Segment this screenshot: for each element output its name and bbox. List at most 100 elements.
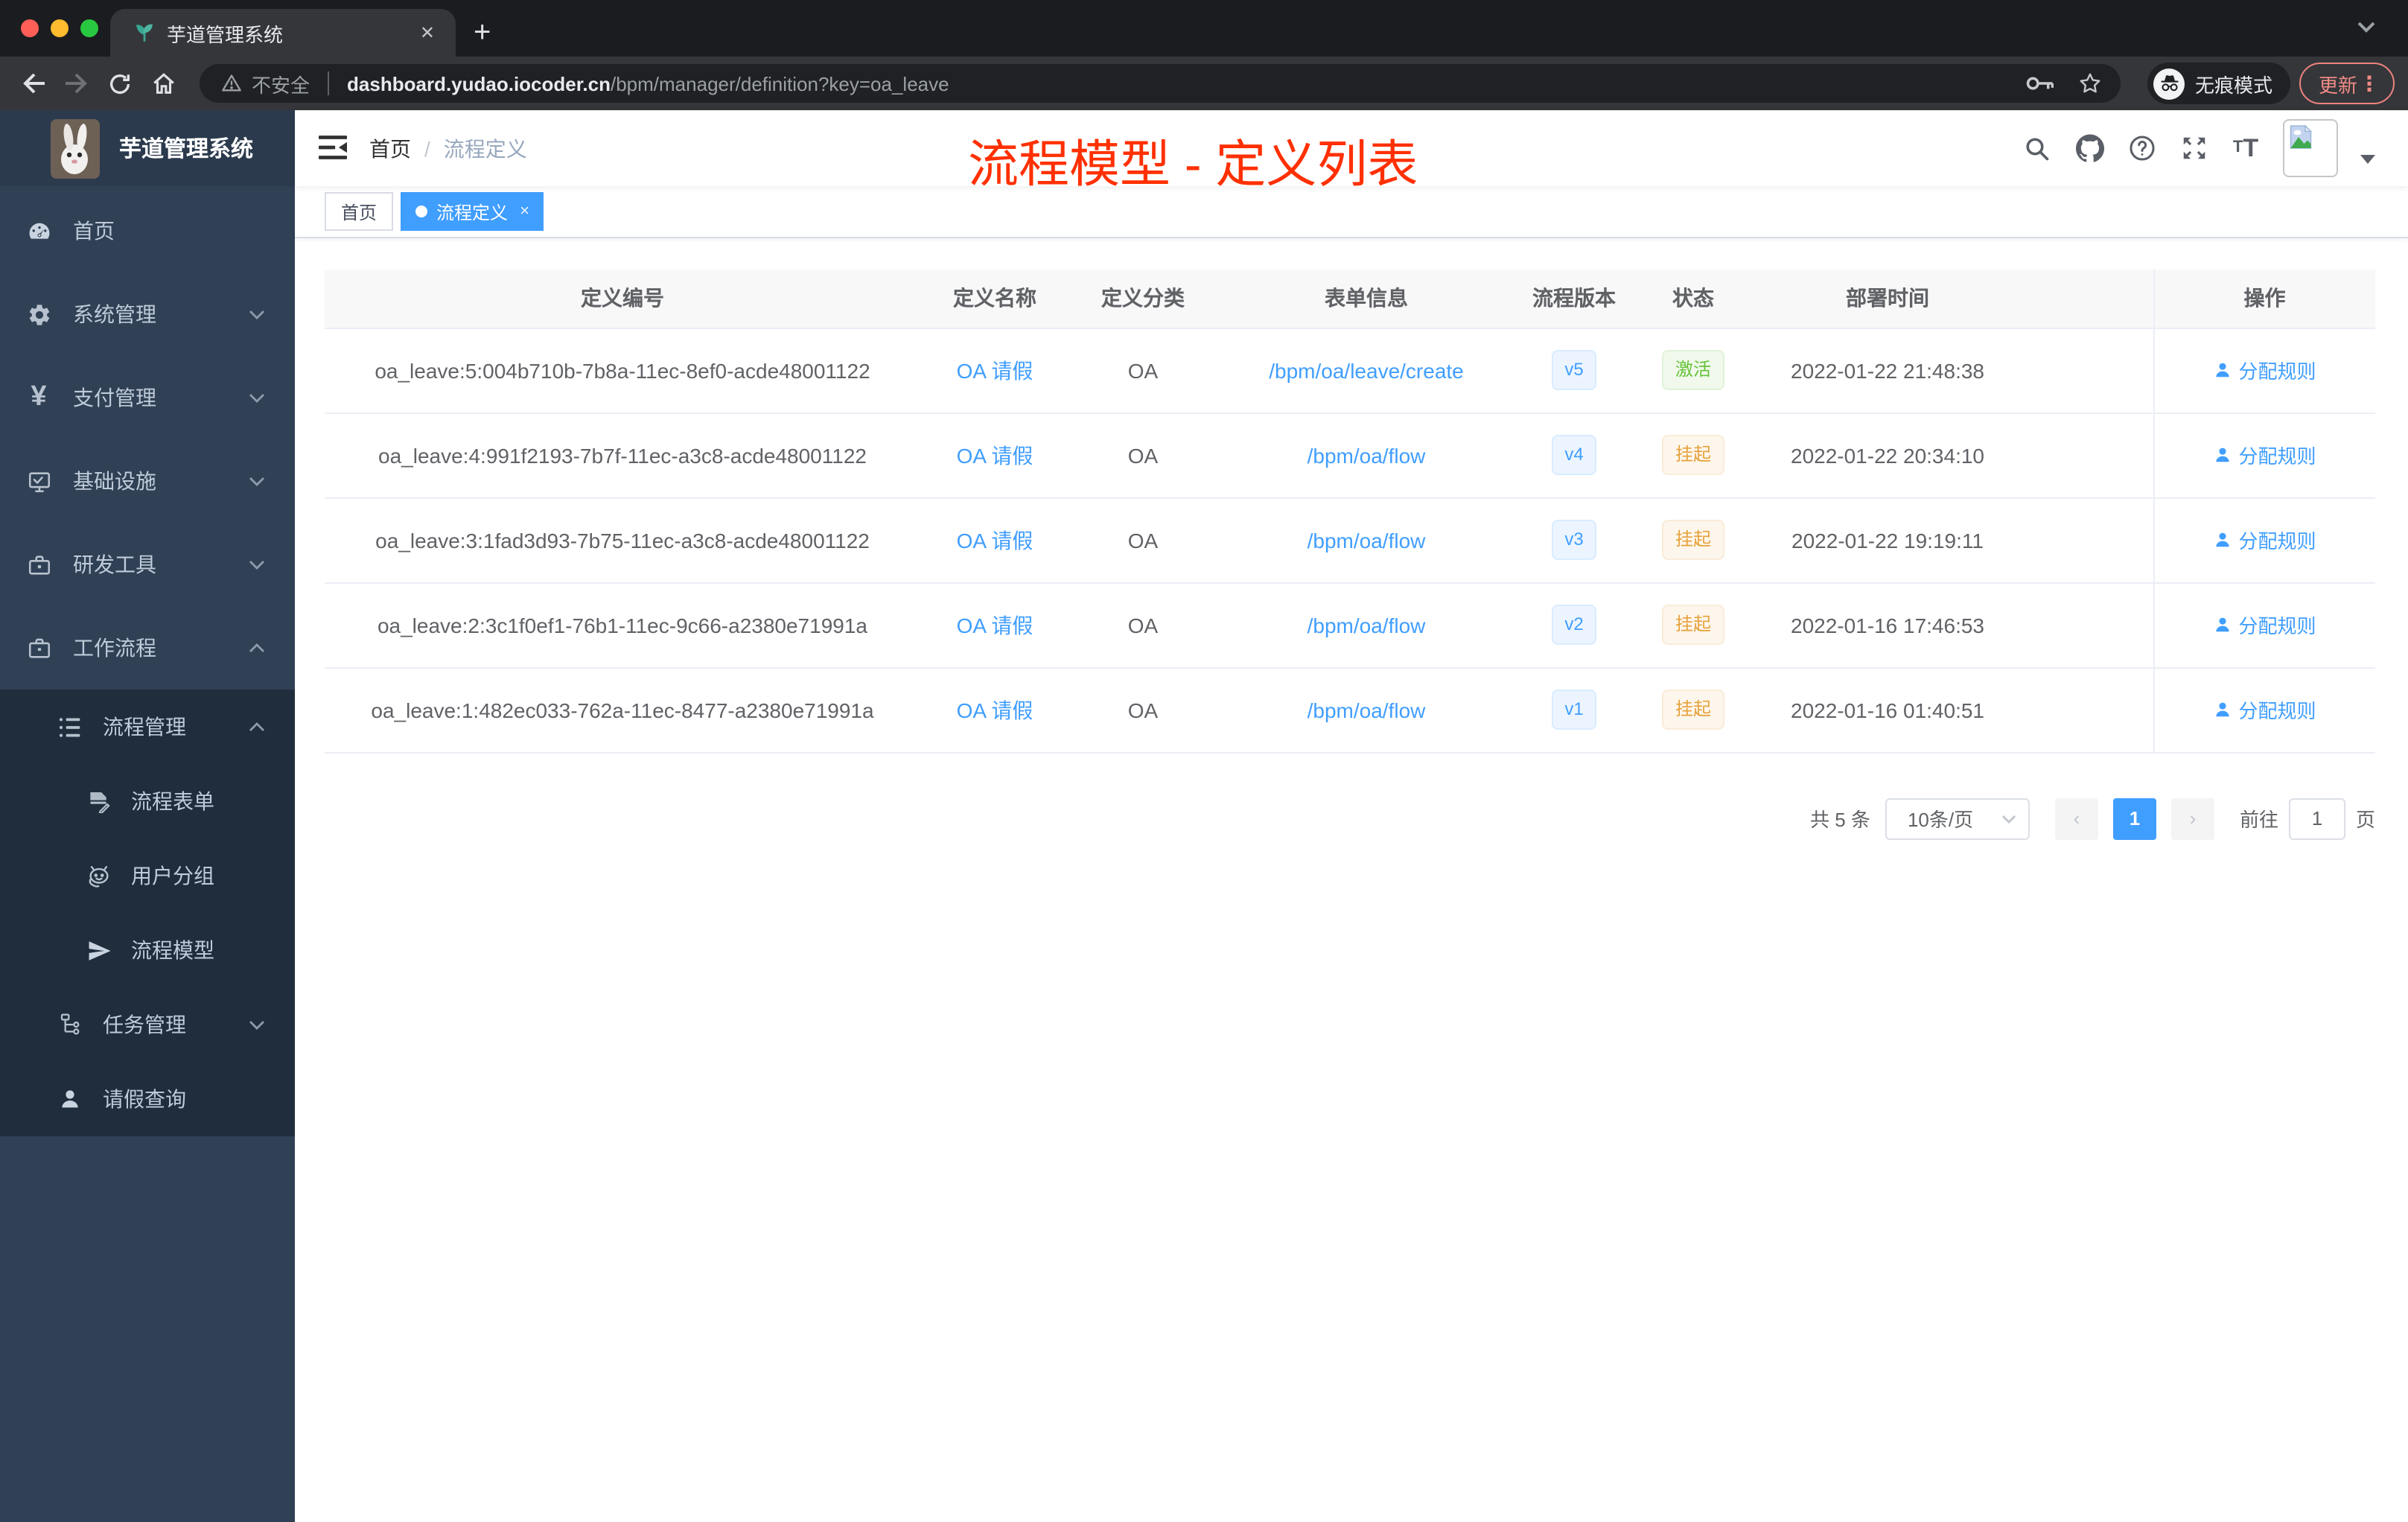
assign-rule-link[interactable]: 分配规则 bbox=[2213, 526, 2316, 554]
refresh-icon[interactable] bbox=[107, 71, 133, 96]
zoom-window-button[interactable] bbox=[80, 19, 98, 37]
url-text[interactable]: dashboard.yudao.iocoder.cn/bpm/manager/d… bbox=[347, 72, 949, 95]
cell-gutter bbox=[2021, 328, 2153, 413]
password-key-icon[interactable] bbox=[2025, 74, 2054, 92]
status-tag: 挂起 bbox=[1661, 690, 1724, 730]
search-icon[interactable] bbox=[2022, 133, 2052, 163]
home-icon[interactable] bbox=[150, 71, 177, 96]
definition-name-link[interactable]: OA 请假 bbox=[957, 698, 1033, 722]
workspace: 首页 / 流程定义 流程模型 - 定义列表 T T 首页 流程定义 × 定义编号… bbox=[295, 110, 2408, 1522]
address-bar[interactable]: 不安全 dashboard.yudao.iocoder.cn/bpm/manag… bbox=[200, 64, 2121, 103]
page-size-select[interactable]: 10条/页 bbox=[1885, 797, 2030, 839]
tag-close-icon[interactable]: × bbox=[520, 203, 529, 220]
tag-home[interactable]: 首页 bbox=[325, 192, 394, 231]
definition-name-link[interactable]: OA 请假 bbox=[957, 443, 1033, 467]
version-tag[interactable]: v3 bbox=[1551, 520, 1597, 560]
briefcase-icon bbox=[25, 634, 52, 661]
sidebar-item-devtools[interactable]: 研发工具 bbox=[0, 523, 295, 606]
goto-page-input[interactable] bbox=[2288, 797, 2345, 839]
prev-page-button[interactable]: ‹ bbox=[2054, 797, 2098, 839]
next-page-button[interactable]: › bbox=[2170, 797, 2214, 839]
form-link[interactable]: /bpm/oa/flow bbox=[1307, 698, 1426, 722]
breadcrumb-current: 流程定义 bbox=[443, 137, 527, 161]
avatar-caret-icon[interactable] bbox=[2360, 154, 2375, 163]
sidebar-item-task-management[interactable]: 任务管理 bbox=[0, 987, 295, 1062]
breadcrumb-home[interactable]: 首页 bbox=[369, 134, 411, 164]
col-definition-name: 定义名称 bbox=[920, 270, 1069, 328]
definition-name-link[interactable]: OA 请假 bbox=[957, 358, 1033, 382]
font-size-icon[interactable]: TT bbox=[2231, 133, 2261, 163]
sidebar-item-system[interactable]: 系统管理 bbox=[0, 273, 295, 356]
github-icon[interactable] bbox=[2074, 133, 2104, 163]
sidebar-item-label: 研发工具 bbox=[73, 553, 156, 576]
cell-gutter bbox=[2021, 413, 2153, 498]
cell-deploy-time: 2022-01-22 19:19:11 bbox=[1754, 497, 2021, 583]
browser-update-button[interactable]: 更新 ⋮ bbox=[2299, 63, 2395, 104]
col-process-version: 流程版本 bbox=[1516, 270, 1632, 328]
sidebar-item-home[interactable]: 首页 bbox=[0, 189, 295, 273]
cell-category: OA bbox=[1069, 413, 1217, 498]
sidebar-logo[interactable]: 芋道管理系统 bbox=[0, 110, 295, 186]
sidebar-item-process-model[interactable]: 流程模型 bbox=[0, 913, 295, 987]
bookmark-star-icon[interactable] bbox=[2077, 71, 2103, 95]
form-link[interactable]: /bpm/oa/flow bbox=[1307, 613, 1426, 637]
definition-name-link[interactable]: OA 请假 bbox=[957, 528, 1033, 552]
assign-rule-link[interactable]: 分配规则 bbox=[2213, 611, 2316, 639]
back-icon[interactable] bbox=[21, 71, 46, 95]
tag-process-definition[interactable]: 流程定义 × bbox=[401, 192, 544, 231]
col-gutter bbox=[2021, 270, 2153, 328]
assign-rule-link[interactable]: 分配规则 bbox=[2213, 695, 2316, 724]
active-dot bbox=[415, 206, 428, 217]
page-1-button[interactable]: 1 bbox=[2112, 797, 2156, 839]
sidebar-item-process-form[interactable]: 流程表单 bbox=[0, 764, 295, 838]
close-window-button[interactable] bbox=[21, 19, 39, 37]
version-tag[interactable]: v5 bbox=[1551, 350, 1597, 390]
version-tag[interactable]: v2 bbox=[1551, 605, 1597, 645]
sidebar-fold-icon[interactable] bbox=[319, 134, 347, 161]
definition-table: 定义编号 定义名称 定义分类 表单信息 流程版本 状态 部署时间 操作 oa_l… bbox=[325, 270, 2375, 753]
assign-rule-link[interactable]: 分配规则 bbox=[2213, 441, 2316, 469]
app-title: 芋道管理系统 bbox=[119, 137, 254, 162]
form-link[interactable]: /bpm/oa/leave/create bbox=[1269, 358, 1464, 382]
tab-search-chevron-icon[interactable] bbox=[2357, 21, 2375, 33]
form-link[interactable]: /bpm/oa/flow bbox=[1307, 443, 1426, 467]
assign-rule-label: 分配规则 bbox=[2238, 615, 2316, 637]
sidebar-item-leave-query[interactable]: 请假查询 bbox=[0, 1062, 295, 1136]
assign-rule-link[interactable]: 分配规则 bbox=[2213, 356, 2316, 384]
new-tab-button[interactable]: + bbox=[474, 12, 491, 54]
version-tag[interactable]: v4 bbox=[1551, 435, 1597, 475]
sidebar-item-process-management[interactable]: 流程管理 bbox=[0, 690, 295, 764]
tab-title: 芋道管理系统 bbox=[167, 23, 284, 45]
forward-icon[interactable] bbox=[64, 71, 89, 95]
definition-name-link[interactable]: OA 请假 bbox=[957, 613, 1033, 637]
avatar[interactable] bbox=[2283, 119, 2338, 177]
version-tag[interactable]: v1 bbox=[1551, 690, 1597, 730]
assign-rule-label: 分配规则 bbox=[2238, 530, 2316, 553]
col-actions: 操作 bbox=[2153, 270, 2375, 328]
chevron-down-icon bbox=[249, 1020, 265, 1031]
sidebar-item-payment[interactable]: ¥ 支付管理 bbox=[0, 356, 295, 439]
fullscreen-icon[interactable] bbox=[2179, 133, 2208, 163]
status-tag: 激活 bbox=[1661, 350, 1724, 390]
insecure-label[interactable]: 不安全 bbox=[252, 69, 310, 98]
cell-category: OA bbox=[1069, 497, 1217, 583]
cell-deploy-time: 2022-01-16 17:46:53 bbox=[1754, 582, 2021, 668]
tab-close-icon[interactable]: ✕ bbox=[414, 22, 441, 43]
browser-tabstrip: 芋道管理系统 ✕ + bbox=[0, 0, 2408, 57]
toolbox-icon bbox=[25, 551, 52, 578]
update-label[interactable]: 更新 bbox=[2319, 69, 2357, 98]
gear-icon bbox=[25, 301, 52, 328]
navbar-actions: TT bbox=[2022, 110, 2375, 186]
sidebar-item-infrastructure[interactable]: 基础设施 bbox=[0, 439, 295, 523]
sidebar-item-label: 工作流程 bbox=[73, 636, 156, 660]
sidebar-menu: 首页 系统管理 ¥ 支付管理 基础设施 研发工具 工作流程 流程管理 流程表单 … bbox=[0, 189, 295, 1136]
form-link[interactable]: /bpm/oa/flow bbox=[1307, 528, 1426, 552]
sidebar-item-workflow[interactable]: 工作流程 bbox=[0, 606, 295, 690]
sidebar-item-user-group[interactable]: 用户分组 bbox=[0, 838, 295, 913]
minimize-window-button[interactable] bbox=[51, 19, 69, 37]
browser-menu-dots-icon[interactable]: ⋮ bbox=[2359, 71, 2380, 96]
sidebar-item-label: 任务管理 bbox=[103, 1013, 186, 1037]
table-row: oa_leave:2:3c1f0ef1-76b1-11ec-9c66-a2380… bbox=[325, 582, 2375, 668]
help-icon[interactable] bbox=[2127, 133, 2156, 163]
browser-tab[interactable]: 芋道管理系统 ✕ bbox=[110, 9, 456, 57]
